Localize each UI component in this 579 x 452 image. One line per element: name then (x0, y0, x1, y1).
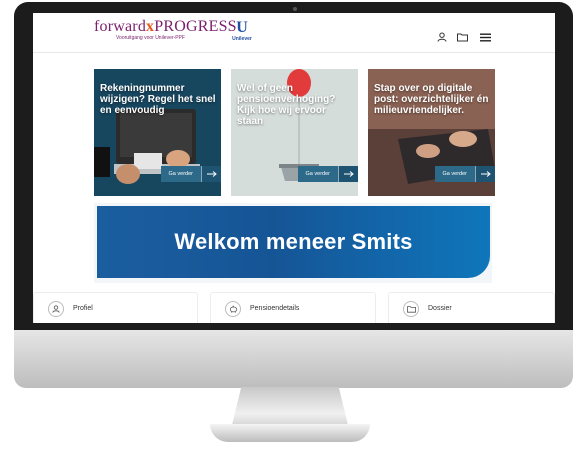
card-label: Profiel (73, 305, 93, 312)
unilever-wordmark: Unilever (232, 36, 252, 42)
arrow-right-icon (475, 166, 495, 182)
tile-title: Wel of geen pensioenverhoging? Kijk hoe … (237, 83, 336, 127)
folder-icon[interactable] (456, 31, 468, 43)
site-header: forwardxPROGRESS Vooruitgang voor Unilev… (33, 13, 555, 53)
welcome-text: Welkom meneer Smits (174, 229, 413, 254)
tile-go-button[interactable]: Ga verder (297, 166, 358, 182)
logo-forward: forward (94, 18, 147, 35)
card-label: Pensioendetails (250, 305, 300, 312)
welcome-banner: Welkom meneer Smits (97, 206, 490, 278)
card-label: Dossier (428, 305, 452, 312)
unilever-logo: U Unilever (229, 19, 255, 43)
tile-digitale-post[interactable]: Stap over op digitale post: overzichteli… (368, 69, 495, 196)
tile-rekeningnummer[interactable]: Rekeningnummer wijzigen? Regel het snel … (94, 69, 221, 196)
welcome-banner-container: Welkom meneer Smits (94, 203, 492, 283)
user-icon (48, 301, 64, 317)
tile-go-button[interactable]: Ga verder (160, 166, 221, 182)
camera-dot (293, 7, 297, 11)
forward-progress-logo[interactable]: forwardxPROGRESS Vooruitgang voor Unilev… (94, 18, 237, 48)
card-profiel[interactable]: Profiel (33, 292, 198, 323)
tile-button-label: Ga verder (434, 166, 475, 182)
arrow-right-icon (338, 166, 358, 182)
arrow-right-icon (201, 166, 221, 182)
card-pensioendetails[interactable]: Pensioendetails (210, 292, 376, 323)
folder-icon (403, 301, 419, 317)
website-screen: forwardxPROGRESS Vooruitgang voor Unilev… (33, 13, 555, 323)
monitor-stand-neck (232, 387, 348, 425)
tile-title: Stap over op digitale post: overzichteli… (374, 83, 489, 116)
monitor-chin (14, 330, 573, 388)
unilever-mark: U (236, 19, 248, 36)
tile-pensioenverhoging[interactable]: Wel of geen pensioenverhoging? Kijk hoe … (231, 69, 358, 196)
monitor-stand-base (210, 424, 370, 442)
monitor-mockup: forwardxPROGRESS Vooruitgang voor Unilev… (0, 0, 579, 452)
tile-button-label: Ga verder (297, 166, 338, 182)
logo-wordmark: forwardxPROGRESS (94, 18, 237, 36)
tile-title: Rekeningnummer wijzigen? Regel het snel … (100, 83, 216, 116)
card-dossier[interactable]: Dossier (388, 292, 555, 323)
tile-button-label: Ga verder (160, 166, 201, 182)
tile-go-button[interactable]: Ga verder (434, 166, 495, 182)
piggy-bank-icon (225, 301, 241, 317)
user-icon[interactable] (436, 31, 448, 43)
logo-progress: PROGRESS (154, 18, 237, 35)
hamburger-menu-icon[interactable] (479, 31, 491, 43)
